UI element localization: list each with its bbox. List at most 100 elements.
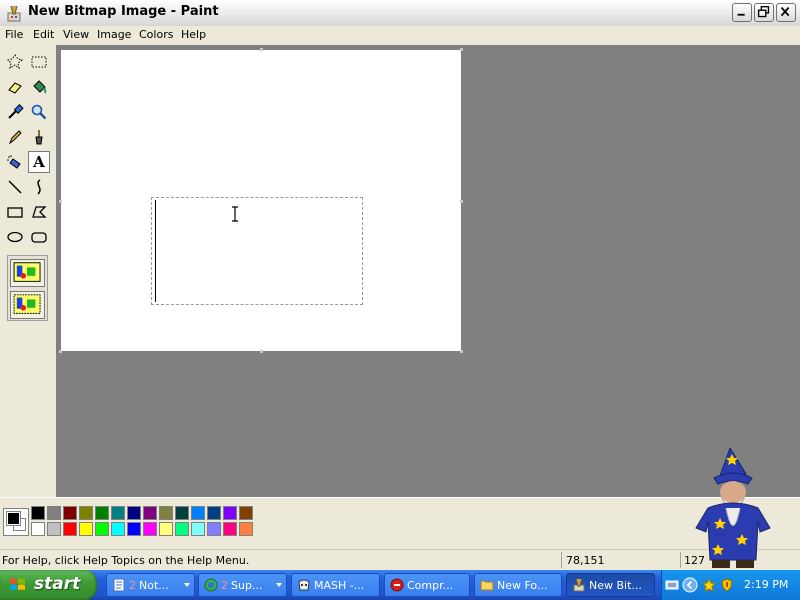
palette-swatch[interactable] bbox=[79, 522, 93, 536]
line-icon bbox=[8, 180, 22, 194]
eyedropper-icon bbox=[8, 104, 24, 119]
minimize-button[interactable] bbox=[732, 3, 752, 22]
tool-pick-color[interactable] bbox=[4, 101, 26, 123]
tool-ellipse[interactable] bbox=[4, 226, 26, 248]
menu-edit[interactable]: Edit bbox=[33, 28, 54, 41]
palette-swatch[interactable] bbox=[47, 522, 61, 536]
palette-swatch[interactable] bbox=[159, 522, 173, 536]
palette-swatch[interactable] bbox=[159, 506, 173, 520]
canvas-resize-handle[interactable] bbox=[460, 350, 463, 353]
transparent-background-option[interactable] bbox=[10, 291, 45, 319]
palette-swatch[interactable] bbox=[207, 506, 221, 520]
tool-brush[interactable] bbox=[28, 126, 50, 148]
tool-fill-with-color[interactable] bbox=[28, 76, 50, 98]
magnifier-icon bbox=[31, 104, 47, 120]
palette-swatch[interactable] bbox=[223, 506, 237, 520]
paint-brush-icon bbox=[7, 5, 21, 22]
menu-view[interactable]: View bbox=[63, 28, 89, 41]
task-count: 2 bbox=[129, 579, 136, 592]
tool-text[interactable]: A bbox=[28, 151, 50, 173]
canvas-resize-handle[interactable] bbox=[59, 200, 62, 203]
palette-swatch[interactable] bbox=[111, 506, 125, 520]
canvas-resize-handle[interactable] bbox=[59, 350, 62, 353]
palette-swatch[interactable] bbox=[63, 506, 77, 520]
palette-swatch[interactable] bbox=[175, 506, 189, 520]
rectangle-select-icon bbox=[31, 56, 47, 68]
palette-swatch[interactable] bbox=[127, 506, 141, 520]
tool-airbrush[interactable] bbox=[4, 151, 26, 173]
tool-rectangle-select[interactable] bbox=[28, 51, 50, 73]
start-button[interactable]: start bbox=[0, 570, 97, 600]
menu-bar: File Edit View Image Colors Help bbox=[0, 26, 800, 45]
taskbar-button-paint[interactable]: New Bit... bbox=[566, 573, 655, 597]
canvas-resize-handle[interactable] bbox=[260, 350, 263, 353]
chevron-left-icon[interactable] bbox=[682, 577, 698, 593]
taskbar-button-new-folder[interactable]: New Fo... bbox=[474, 573, 562, 597]
palette-swatch[interactable] bbox=[239, 506, 253, 520]
menu-file[interactable]: File bbox=[5, 28, 23, 41]
tool-rectangle[interactable] bbox=[4, 201, 26, 223]
tool-free-form-select[interactable] bbox=[4, 51, 26, 73]
palette-swatch[interactable] bbox=[79, 506, 93, 520]
menu-image[interactable]: Image bbox=[97, 28, 131, 41]
task-label: MASH -... bbox=[314, 579, 365, 592]
compress-icon bbox=[390, 578, 404, 592]
tool-rounded-rectangle[interactable] bbox=[28, 226, 50, 248]
star-icon[interactable] bbox=[702, 578, 716, 592]
taskbar-button-mash[interactable]: MASH -... bbox=[291, 573, 380, 597]
drawing-canvas[interactable] bbox=[61, 50, 461, 351]
taskbar-button-compress[interactable]: Compr... bbox=[384, 573, 470, 597]
title-bar[interactable]: New Bitmap Image - Paint bbox=[0, 0, 800, 27]
palette-swatch[interactable] bbox=[47, 506, 61, 520]
palette-swatch[interactable] bbox=[31, 522, 45, 536]
color-palette bbox=[0, 497, 800, 548]
palette-swatch[interactable] bbox=[143, 522, 157, 536]
curve-icon bbox=[37, 179, 41, 195]
office-assistant-wizard[interactable] bbox=[690, 448, 776, 572]
transparent-background-icon bbox=[13, 294, 41, 314]
rounded-rectangle-icon bbox=[31, 232, 47, 243]
palette-swatch[interactable] bbox=[191, 506, 205, 520]
close-button[interactable] bbox=[776, 3, 796, 22]
tool-magnifier[interactable] bbox=[28, 101, 50, 123]
palette-swatch[interactable] bbox=[95, 522, 109, 536]
palette-swatch[interactable] bbox=[111, 522, 125, 536]
palette-swatch[interactable] bbox=[175, 522, 189, 536]
taskbar-button-messenger[interactable]: 2 Sup... bbox=[198, 573, 287, 597]
palette-swatch[interactable] bbox=[207, 522, 221, 536]
text-frame[interactable] bbox=[151, 197, 363, 305]
palette-swatch[interactable] bbox=[191, 522, 205, 536]
ellipse-icon bbox=[7, 231, 23, 243]
eraser-icon bbox=[8, 82, 22, 94]
menu-help[interactable]: Help bbox=[181, 28, 206, 41]
opaque-background-option[interactable] bbox=[10, 259, 45, 287]
palette-swatch[interactable] bbox=[239, 522, 253, 536]
canvas-resize-handle[interactable] bbox=[460, 200, 463, 203]
palette-swatch[interactable] bbox=[63, 522, 77, 536]
task-label: Sup... bbox=[231, 579, 263, 592]
taskbar-button-notepad[interactable]: 2 Not... bbox=[106, 573, 195, 597]
start-label: start bbox=[34, 574, 81, 594]
task-label: New Bit... bbox=[589, 579, 642, 592]
canvas-resize-handle[interactable] bbox=[460, 48, 463, 51]
tool-line[interactable] bbox=[4, 176, 26, 198]
palette-swatch[interactable] bbox=[127, 522, 141, 536]
palette-swatch[interactable] bbox=[223, 522, 237, 536]
text-cursor-icon bbox=[232, 206, 238, 222]
tool-curve[interactable] bbox=[28, 176, 50, 198]
palette-swatch[interactable] bbox=[31, 506, 45, 520]
menu-colors[interactable]: Colors bbox=[139, 28, 173, 41]
toolbox: A bbox=[0, 45, 56, 497]
clock: 2:19 PM bbox=[744, 578, 789, 591]
tool-polygon[interactable] bbox=[28, 201, 50, 223]
palette-swatch[interactable] bbox=[95, 506, 109, 520]
keyboard-icon[interactable] bbox=[665, 578, 679, 592]
restore-button[interactable] bbox=[754, 3, 774, 22]
tool-options bbox=[7, 255, 48, 321]
canvas-resize-handle[interactable] bbox=[260, 48, 263, 51]
task-label: Compr... bbox=[407, 579, 454, 592]
tool-pencil[interactable] bbox=[4, 126, 26, 148]
palette-swatch[interactable] bbox=[143, 506, 157, 520]
security-shield-icon[interactable] bbox=[720, 578, 734, 592]
tool-eraser[interactable] bbox=[4, 76, 26, 98]
